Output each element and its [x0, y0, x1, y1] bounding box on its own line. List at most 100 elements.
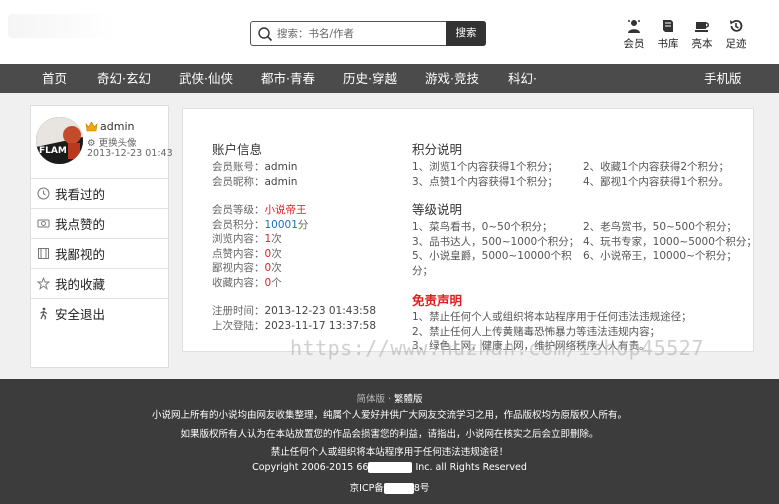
level-row: 会员等级：小说帝王: [212, 203, 402, 218]
sidebar-item-label: 安全退出: [55, 307, 106, 322]
account-panel: 账户信息 会员账号：admin 会员昵称：admin 会员等级：小说帝王 会员积…: [182, 108, 757, 354]
star-icon: [37, 277, 50, 290]
account-title: 账户信息: [212, 142, 263, 157]
field-label: 注册时间：: [212, 305, 265, 317]
points-rules: 1、浏览1个内容获得1个积分； 2、收藏1个内容获得2个积分； 3、点赞1个内容…: [412, 160, 748, 189]
library-label: 书库: [657, 38, 679, 50]
member-icon: [628, 20, 640, 33]
traditional-link[interactable]: 繁體版: [394, 394, 423, 405]
favorites-row: 收藏内容：0个: [212, 276, 402, 291]
member-link[interactable]: 会员: [617, 18, 651, 51]
exit-icon: [40, 307, 48, 320]
username-text: admin: [100, 120, 135, 133]
sidebar-item-label: 我的收藏: [55, 277, 106, 292]
sidebar-item-viewed[interactable]: 我看过的: [31, 178, 168, 208]
like-row: 点赞内容：0次: [212, 247, 402, 262]
language-switch: 简体版 · 繁體版: [0, 391, 779, 405]
nav-item-history[interactable]: 历史·穿越: [343, 64, 397, 93]
account-row: 会员账号：admin: [212, 160, 402, 175]
account-info: 账户信息 会员账号：admin 会员昵称：admin 会员等级：小说帝王 会员积…: [212, 139, 402, 333]
field-value: admin: [264, 175, 298, 188]
icp-text: 京ICP备: [349, 483, 384, 494]
film-icon: [38, 248, 49, 259]
footer-notice: 如果版权所有人认为在本站放置您的作品会损害您的利益，请指出，小说网在核实之后会立…: [180, 429, 599, 440]
cup-icon: [695, 22, 709, 32]
avatar[interactable]: FLAM: [36, 117, 83, 164]
field-unit: 个: [271, 276, 282, 289]
despise-row: 鄙视内容：0次: [212, 261, 402, 276]
rule-item: 2、收藏1个内容获得2个积分；: [583, 161, 730, 173]
nav-item-games[interactable]: 游戏·竞技: [425, 64, 479, 93]
field-label: 会员积分：: [212, 218, 265, 231]
field-unit: 分: [297, 218, 309, 231]
main-nav: 首页 奇幻·玄幻 武侠·仙侠 都市·青春 历史·穿越 游戏·竞技 科幻· 手机版: [0, 64, 779, 93]
simplified-link[interactable]: 简体版: [356, 394, 385, 405]
field-label: 浏览内容：: [212, 233, 265, 245]
rule-item: 5、小说皇爵，5000~10000个积: [412, 250, 572, 262]
redacted-block: [383, 483, 414, 494]
header: 搜索 会员 书库 亮本: [0, 0, 779, 64]
search-button[interactable]: 搜索: [446, 21, 486, 46]
nav-item-fantasy[interactable]: 奇幻·玄幻: [97, 64, 151, 93]
sidebar-item-despised[interactable]: 我鄙视的: [31, 238, 168, 268]
icp-text: 8号: [413, 483, 430, 494]
user-date: 2013-12-23 01:43: [87, 148, 173, 159]
rule-item: 分；: [412, 264, 433, 277]
nav-item-urban[interactable]: 都市·青春: [261, 64, 315, 93]
history-link[interactable]: 足迹: [719, 18, 753, 51]
watermark: https://www.huzhan.com/ishop45527: [290, 336, 704, 360]
copyright-text: Copyright 2006-2015 66: [252, 462, 369, 473]
nav-item-wuxia[interactable]: 武侠·仙侠: [179, 64, 233, 93]
level-rules: 1、菜鸟看书，0~50个积分； 2、老鸟赏书，50~500个积分； 3、品书达人…: [412, 220, 757, 278]
crown-icon: [85, 121, 98, 132]
rule-item: 4、鄙视1个内容获得1个积分。: [583, 175, 730, 188]
sidebar-item-logout[interactable]: 安全退出: [31, 298, 168, 328]
sidebar-item-label: 我鄙视的: [55, 247, 106, 262]
field-unit: 次: [271, 233, 282, 245]
sidebar-item-liked[interactable]: 我点赞的: [31, 208, 168, 238]
rule-item: 2、老鸟赏书，50~500个积分；: [583, 221, 737, 233]
points-row: 会员积分：10001分: [212, 218, 402, 233]
library-link[interactable]: 书库: [651, 18, 685, 51]
last-login-row: 上次登陆：2023-11-17 13:37:58: [212, 319, 402, 334]
bright-link[interactable]: 亮本: [685, 18, 719, 51]
change-avatar-link[interactable]: ⚙ 更换头像: [87, 135, 137, 149]
search-input[interactable]: [277, 25, 445, 43]
rules-info: 积分说明 1、浏览1个内容获得1个积分； 2、收藏1个内容获得2个积分； 3、点…: [412, 139, 757, 354]
icp-record: 京ICP备 8号: [0, 480, 779, 494]
nickname-row: 会员昵称：admin: [212, 175, 402, 190]
browse-row: 浏览内容：1次: [212, 232, 402, 247]
field-value: admin: [264, 161, 298, 173]
level-title: 等级说明: [412, 202, 463, 217]
history-label: 足迹: [725, 38, 747, 50]
rule-item: 4、玩书专家，1000~5000个积分；: [583, 235, 757, 248]
user-name: admin: [85, 120, 134, 133]
field-label: 鄙视内容：: [212, 262, 265, 274]
points-title: 积分说明: [412, 142, 463, 157]
history-icon: [730, 19, 743, 32]
site-logo[interactable]: [8, 14, 118, 38]
field-value: 2023-11-17 13:37:58: [264, 319, 377, 332]
field-label: 会员等级：: [212, 204, 265, 216]
field-label: 点赞内容：: [212, 247, 265, 260]
sidebar-item-label: 我看过的: [55, 187, 106, 202]
rule-item: 3、品书达人，500~1000个积分；: [412, 235, 580, 248]
top-icon-bar: 会员 书库 亮本 足迹: [617, 18, 753, 51]
field-value: 2013-12-23 01:43:58: [264, 305, 377, 317]
nav-item-scifi[interactable]: 科幻·: [508, 64, 537, 93]
field-label: 会员账号：: [212, 161, 265, 173]
footer-notice: 小说网上所有的小说均由网友收集整理，纯属个人爱好并供广大网友交流学习之用，作品版…: [151, 410, 627, 421]
nav-item-home[interactable]: 首页: [42, 64, 67, 93]
copyright-text: Inc. all Rights Reserved: [412, 462, 527, 473]
user-sidebar: FLAM admin ⚙ 更换头像 2013-12-23 01:43 我看过的 …: [30, 105, 173, 368]
disclaimer-title: 免责声明: [412, 293, 463, 308]
bright-label: 亮本: [691, 38, 713, 50]
redacted-block: [368, 462, 413, 473]
nav-item-mobile[interactable]: 手机版: [704, 64, 742, 93]
field-value: 小说帝王: [264, 204, 307, 216]
sidebar-menu: 我看过的 我点赞的 我鄙视的 我的收藏 安全退出: [31, 178, 168, 328]
sidebar-item-favorites[interactable]: 我的收藏: [31, 268, 168, 298]
field-unit: 次: [271, 262, 282, 274]
rule-item: 1、浏览1个内容获得1个积分；: [412, 161, 559, 173]
member-label: 会员: [623, 38, 645, 50]
